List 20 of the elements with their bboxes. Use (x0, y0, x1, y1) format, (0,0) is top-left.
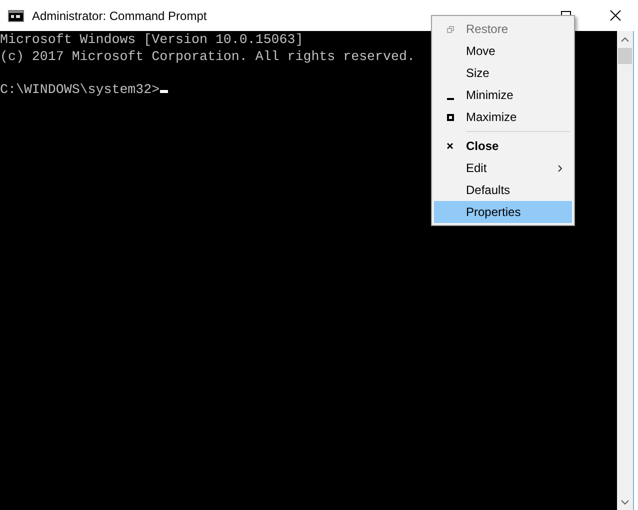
restore-icon (446, 26, 454, 32)
window-title: Administrator: Command Prompt (32, 8, 207, 24)
console-icon (8, 10, 24, 22)
menu-item[interactable]: Properties (434, 201, 572, 223)
close-icon (610, 10, 620, 21)
menu-item[interactable]: Minimize (434, 84, 572, 106)
menu-item[interactable]: Defaults (434, 179, 572, 201)
scroll-thumb[interactable] (618, 48, 632, 64)
close-icon (447, 143, 453, 149)
menu-item[interactable]: Maximize (434, 106, 572, 128)
menu-item[interactable]: Move (434, 40, 572, 62)
console-text: Microsoft Windows [Version 10.0.15063] (0, 32, 304, 47)
console-text: (c) 2017 Microsoft Corporation. All rights reserved. (0, 48, 415, 64)
minimize-icon (446, 96, 454, 100)
menu-item[interactable]: Edit (434, 157, 572, 179)
menu-item[interactable]: Close (434, 135, 572, 157)
text-cursor (160, 90, 168, 92)
console-prompt: C:\WINDOWS\system32> (0, 82, 160, 96)
maximize-icon (446, 114, 454, 120)
menu-item[interactable]: Size (434, 62, 572, 84)
